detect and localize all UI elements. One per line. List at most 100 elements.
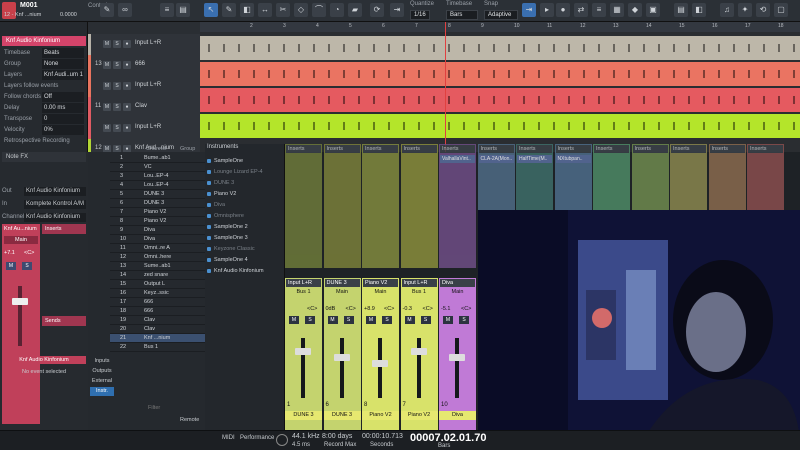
audio-event[interactable]	[658, 122, 660, 130]
audio-event[interactable]	[433, 44, 435, 52]
strip-fader-cap[interactable]	[449, 354, 465, 361]
audio-event[interactable]	[493, 122, 495, 130]
side-tab[interactable]: Outputs	[90, 367, 114, 376]
tempo-field[interactable]: 0.0000	[60, 12, 77, 18]
inserts-header[interactable]: Inserts	[42, 224, 86, 234]
audio-event[interactable]	[673, 70, 675, 78]
audio-event[interactable]	[328, 122, 330, 130]
side-tab[interactable]: Inputs	[90, 357, 114, 366]
audio-event[interactable]	[343, 70, 345, 78]
audio-event[interactable]	[343, 96, 345, 104]
audio-event[interactable]	[733, 70, 735, 78]
audio-event[interactable]	[583, 44, 585, 52]
follow-icon[interactable]: ⇥	[390, 3, 404, 17]
audio-event[interactable]	[238, 70, 240, 78]
channel-row[interactable]: 20 Clav	[110, 325, 205, 334]
strip-solo-button[interactable]: S	[343, 316, 354, 324]
audio-event[interactable]	[568, 70, 570, 78]
audio-event[interactable]	[538, 44, 540, 52]
audio-event[interactable]	[268, 70, 270, 78]
instrument-item[interactable]: SampleOne 3	[207, 233, 283, 243]
audio-event[interactable]	[703, 96, 705, 104]
audio-event[interactable]	[433, 96, 435, 104]
track-record-button[interactable]: ●	[123, 103, 131, 111]
channel-row[interactable]: 1 Bume..ab1	[110, 154, 205, 163]
audio-event[interactable]	[778, 122, 780, 130]
out-select[interactable]: Knf Audio Kinfonium	[24, 187, 86, 196]
audio-event[interactable]	[613, 122, 615, 130]
inspector-value[interactable]: Off	[42, 92, 84, 102]
link-icon[interactable]: ∞	[118, 3, 132, 17]
audio-event[interactable]	[478, 96, 480, 104]
strip-input[interactable]: Input L+R	[401, 279, 437, 287]
inspector-instrument[interactable]: Knf Audio Kinfonium	[2, 36, 86, 46]
track-record-button[interactable]: ●	[123, 40, 131, 48]
channel-row[interactable]: 11 Omni..re A	[110, 244, 205, 253]
browser-files-icon[interactable]: ▤	[674, 3, 688, 17]
wrench-icon[interactable]: ✎	[100, 3, 114, 17]
track-solo-button[interactable]: S	[113, 61, 121, 69]
channel-row[interactable]: 3 Lou..EP-4	[110, 172, 205, 181]
audio-event[interactable]	[298, 122, 300, 130]
audio-event[interactable]	[493, 44, 495, 52]
audio-event[interactable]	[313, 44, 315, 52]
audio-event[interactable]	[733, 96, 735, 104]
audio-event[interactable]	[598, 96, 600, 104]
edit-icon[interactable]: ≡	[160, 3, 174, 17]
audio-event[interactable]	[223, 96, 225, 104]
strip-volume-value[interactable]: 0dB	[326, 306, 336, 312]
channel-row[interactable]: 2 VC	[110, 163, 205, 172]
audio-event[interactable]	[358, 96, 360, 104]
audio-event[interactable]	[478, 44, 480, 52]
audio-event[interactable]	[598, 122, 600, 130]
audio-event[interactable]	[553, 122, 555, 130]
audio-event[interactable]	[478, 122, 480, 130]
audio-event[interactable]	[613, 96, 615, 104]
audio-event[interactable]	[793, 96, 795, 104]
audio-event[interactable]	[343, 44, 345, 52]
audio-event[interactable]	[523, 44, 525, 52]
audio-event[interactable]	[748, 44, 750, 52]
audio-event[interactable]	[763, 96, 765, 104]
insert-header[interactable]: Inserts	[401, 145, 437, 153]
insert-header[interactable]: Inserts	[363, 145, 398, 153]
audio-event[interactable]	[328, 44, 330, 52]
insert-header[interactable]: Inserts	[324, 145, 360, 153]
strip-pan-value[interactable]: <C>	[461, 306, 471, 312]
snap-select[interactable]: Adaptive	[484, 10, 518, 20]
audio-event[interactable]	[388, 70, 390, 78]
strip-solo-button[interactable]: S	[305, 316, 315, 324]
strip-mute-button[interactable]: M	[289, 316, 299, 324]
mix-icon[interactable]: ▤	[176, 3, 190, 17]
audio-event[interactable]	[388, 122, 390, 130]
pencil-tool-icon[interactable]: ✎	[222, 3, 236, 17]
audio-event[interactable]	[388, 96, 390, 104]
audio-event[interactable]	[283, 70, 285, 78]
paint-tool-icon[interactable]: ▰	[348, 3, 362, 17]
audio-event[interactable]	[418, 96, 420, 104]
channel-row[interactable]: 13 Sume..ab1	[110, 262, 205, 271]
strip-input[interactable]: Input L+R	[286, 279, 321, 287]
insert-plugin[interactable]: CLA-2A(Mon..	[478, 155, 514, 163]
playhead-cursor[interactable]	[445, 22, 446, 152]
insert-header[interactable]: Inserts	[709, 145, 745, 153]
side-tab[interactable]: Instr.	[90, 387, 114, 396]
insert-plugin[interactable]: ValhallaVint..	[440, 155, 475, 163]
mute-tool-icon[interactable]: ◇	[294, 3, 308, 17]
audio-event[interactable]	[718, 70, 720, 78]
audio-event[interactable]	[568, 122, 570, 130]
instrument-item[interactable]: Omnisphere	[207, 211, 283, 221]
channel-row[interactable]: 6 DUNE 3	[110, 199, 205, 208]
strip-pan-value[interactable]: <C>	[384, 306, 394, 312]
audio-event[interactable]	[253, 96, 255, 104]
volume-fader-cap[interactable]	[12, 298, 28, 305]
insert-plugin[interactable]: HalfTime(M..	[517, 155, 552, 163]
track-mute-button[interactable]: M	[103, 40, 111, 48]
audio-event[interactable]	[478, 70, 480, 78]
audio-event[interactable]	[688, 96, 690, 104]
track-mute-button[interactable]: M	[103, 103, 111, 111]
audio-event[interactable]	[718, 44, 720, 52]
audio-event[interactable]	[283, 44, 285, 52]
audio-event[interactable]	[253, 70, 255, 78]
strip-fader-cap[interactable]	[333, 354, 350, 361]
